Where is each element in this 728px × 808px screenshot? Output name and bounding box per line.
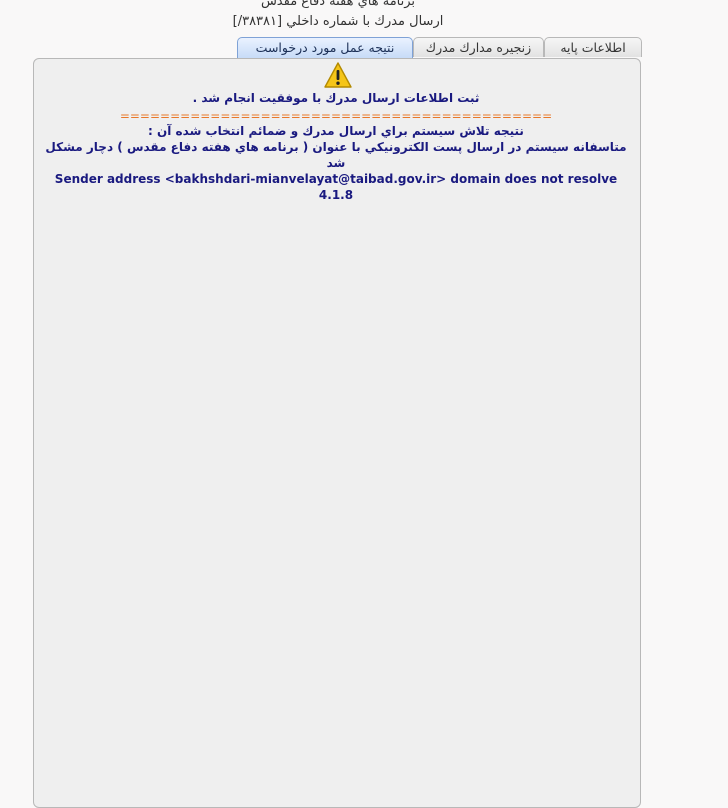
result-panel: ثبت اطلاعات ارسال مدرك با موفقيت انجام ش… [33,58,641,808]
send-attempt-heading: نتيجه تلاش سيستم براي ارسال مدرك و ضمائم… [148,124,524,138]
tab-request-result[interactable]: نتيجه عمل مورد درخواست [237,37,413,59]
tab-basic-info[interactable]: اطلاعات پايه [544,37,642,57]
tab-document-chain[interactable]: زنجيره مدارك مدرك [413,37,544,57]
warning-icon [324,62,352,88]
page-title: برنامه هاي هفته دفاع مقدس [260,0,416,9]
separator: ========================================… [119,109,553,123]
email-error-message: متاسفانه سيستم در ارسال پست الكترونيكي ب… [45,140,627,170]
page-subtitle: ارسال مدرك با شماره داخلي [۳۸۳۸۱/] [232,14,444,29]
success-message: ثبت اطلاعات ارسال مدرك با موفقيت انجام ش… [192,91,480,105]
error-detail: Sender address <bakhshdari-mianvelayat@t… [54,172,618,202]
tab-bar: اطلاعات پايه زنجيره مدارك مدرك نتيجه عمل… [237,37,642,59]
